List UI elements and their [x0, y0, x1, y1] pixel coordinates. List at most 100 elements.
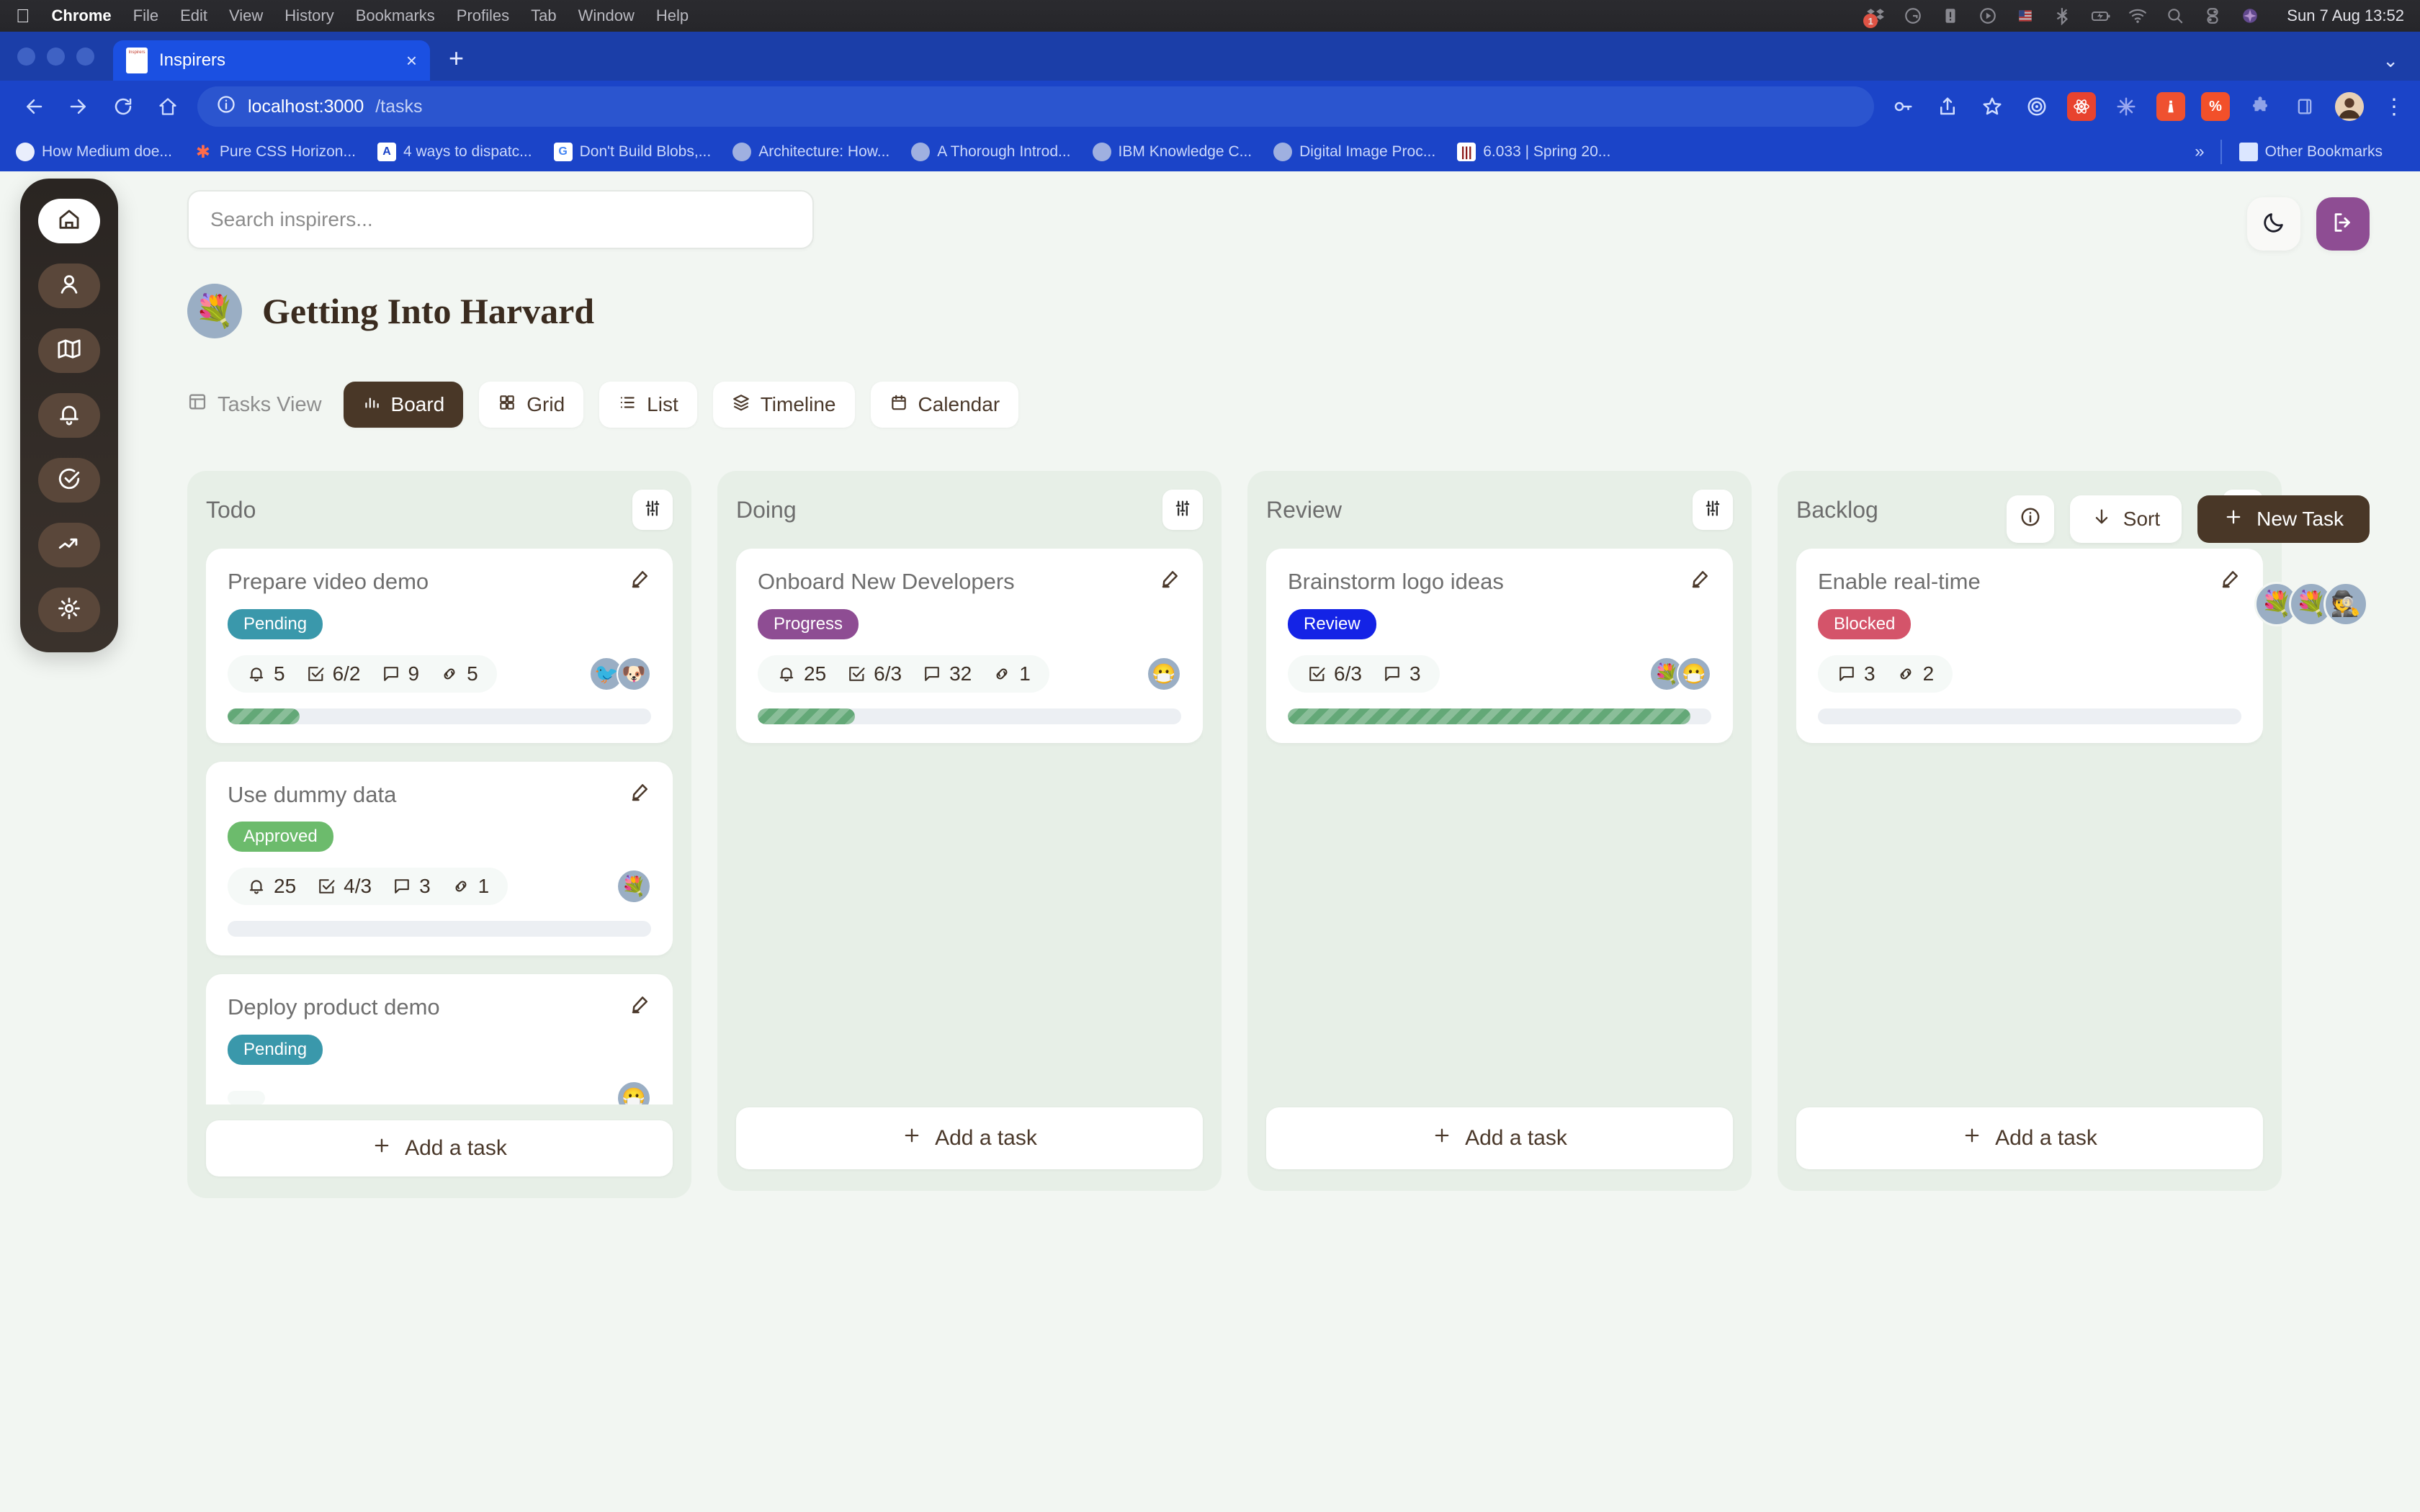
- site-info-icon[interactable]: [216, 94, 236, 120]
- percent-icon[interactable]: %: [2201, 92, 2230, 121]
- bookmark-item[interactable]: Digital Image Proc...: [1273, 143, 1435, 161]
- tab-timeline[interactable]: Timeline: [712, 382, 855, 428]
- apple-menu-icon[interactable]: : [16, 6, 30, 25]
- menu-bookmarks[interactable]: Bookmarks: [356, 6, 435, 25]
- column-filter-button[interactable]: [1693, 490, 1733, 530]
- browser-tab[interactable]: Inspirers Inspirers ×: [113, 40, 430, 81]
- other-bookmarks-button[interactable]: Other Bookmarks: [2238, 143, 2383, 161]
- sidebar-item-profile[interactable]: [38, 264, 100, 308]
- menu-file[interactable]: File: [133, 6, 158, 25]
- edit-pencil-icon[interactable]: [629, 569, 651, 594]
- edit-pencil-icon[interactable]: [629, 782, 651, 807]
- bookmark-star-icon[interactable]: [1978, 92, 2007, 121]
- avatar[interactable]: 🕵️: [2323, 582, 2368, 626]
- back-arrow-icon[interactable]: [12, 84, 56, 129]
- tab-search-chevron-down-icon[interactable]: ⌄: [2383, 50, 2420, 81]
- task-card[interactable]: Deploy product demo Pending 😷: [206, 974, 673, 1105]
- chrome-menu-icon[interactable]: ⋮: [2380, 92, 2408, 121]
- share-icon[interactable]: [1933, 92, 1962, 121]
- menu-tab[interactable]: Tab: [531, 6, 556, 25]
- maximize-window-button[interactable]: [76, 47, 94, 66]
- column-filter-button[interactable]: [632, 490, 673, 530]
- flag-icon[interactable]: [2016, 6, 2035, 25]
- sidebar-item-settings[interactable]: [38, 588, 100, 632]
- bookmarks-overflow-icon[interactable]: »: [2195, 142, 2204, 162]
- bluetooth-icon[interactable]: [2053, 6, 2072, 26]
- close-tab-icon[interactable]: ×: [406, 50, 417, 72]
- add-task-button[interactable]: Add a task: [206, 1120, 673, 1176]
- menu-profiles[interactable]: Profiles: [457, 6, 509, 25]
- menu-view[interactable]: View: [229, 6, 263, 25]
- task-card[interactable]: Enable real-time Blocked 3 2: [1796, 549, 2263, 743]
- puzzle-icon[interactable]: [2246, 92, 2275, 121]
- meta-checklist: 6/2: [305, 662, 361, 685]
- bookmark-item[interactable]: A 4 ways to dispatc...: [377, 143, 532, 161]
- bookmark-item[interactable]: How Medium doe...: [16, 143, 172, 161]
- lighthouse-icon[interactable]: [2156, 92, 2185, 121]
- task-card[interactable]: Brainstorm logo ideas Review 6/3 3 💐 😷: [1266, 549, 1733, 743]
- new-task-button[interactable]: New Task: [2197, 495, 2370, 543]
- menu-edit[interactable]: Edit: [180, 6, 207, 25]
- task-card[interactable]: Onboard New Developers Progress 25 6/3 3…: [736, 549, 1203, 743]
- sort-button[interactable]: Sort: [2069, 495, 2182, 543]
- avatar[interactable]: [2335, 92, 2364, 121]
- task-progress-fill: [758, 708, 856, 724]
- alert-icon[interactable]: [1941, 6, 1960, 25]
- sidebar-item-home[interactable]: [38, 199, 100, 243]
- theme-toggle-button[interactable]: [2247, 197, 2300, 251]
- minimize-window-button[interactable]: [47, 47, 65, 66]
- info-button[interactable]: [2006, 495, 2054, 543]
- siri-icon[interactable]: [2241, 6, 2259, 25]
- menu-history[interactable]: History: [284, 6, 333, 25]
- menu-chrome[interactable]: Chrome: [52, 6, 112, 25]
- tab-board[interactable]: Board: [343, 382, 464, 428]
- bookmark-item[interactable]: ||| 6.033 | Spring 20...: [1457, 143, 1610, 161]
- grammarly-icon[interactable]: [1904, 6, 1922, 25]
- home-icon[interactable]: [145, 84, 190, 129]
- bookmark-item[interactable]: Architecture: How...: [732, 143, 889, 161]
- add-task-button[interactable]: Add a task: [736, 1107, 1203, 1169]
- react-devtools-icon[interactable]: [2067, 92, 2096, 121]
- menu-window[interactable]: Window: [578, 6, 635, 25]
- sidebar-item-notifications[interactable]: [38, 393, 100, 438]
- logout-button[interactable]: [2316, 197, 2370, 251]
- new-tab-button[interactable]: +: [430, 43, 483, 81]
- dropbox-icon[interactable]: 1: [1863, 6, 1885, 28]
- battery-charging-icon[interactable]: [2091, 6, 2110, 25]
- wifi-icon[interactable]: [2128, 6, 2147, 25]
- sidebar-item-analytics[interactable]: [38, 523, 100, 567]
- forward-arrow-icon[interactable]: [56, 84, 101, 129]
- reload-icon[interactable]: [101, 84, 145, 129]
- sidebar-item-tasks[interactable]: [38, 458, 100, 503]
- tab-calendar[interactable]: Calendar: [870, 382, 1019, 428]
- tab-grid[interactable]: Grid: [479, 382, 584, 428]
- kanban-column-backlog: Backlog Enable real-time Blocked 3 2 Add…: [1778, 471, 2282, 1191]
- address-bar[interactable]: localhost:3000/tasks: [197, 86, 1874, 127]
- side-panel-icon[interactable]: [2290, 92, 2319, 121]
- edit-pencil-icon[interactable]: [1690, 569, 1711, 594]
- add-task-button[interactable]: Add a task: [1266, 1107, 1733, 1169]
- bookmark-item[interactable]: ✱ Pure CSS Horizon...: [194, 143, 356, 162]
- control-center-icon[interactable]: [2203, 6, 2222, 25]
- bookmark-item[interactable]: IBM Knowledge C...: [1092, 143, 1252, 161]
- menu-help[interactable]: Help: [656, 6, 689, 25]
- bookmark-item[interactable]: A Thorough Introd...: [911, 143, 1071, 161]
- play-circle-icon[interactable]: [1978, 6, 1997, 25]
- bookmark-item[interactable]: G Don't Build Blobs,...: [553, 143, 711, 161]
- password-key-icon[interactable]: [1888, 92, 1917, 121]
- add-task-button[interactable]: Add a task: [1796, 1107, 2263, 1169]
- sidebar-item-map[interactable]: [38, 328, 100, 373]
- tab-list[interactable]: List: [599, 382, 697, 428]
- asterisk-icon[interactable]: [2112, 92, 2141, 121]
- target-icon[interactable]: [2022, 92, 2051, 121]
- task-card[interactable]: Prepare video demo Pending 5 6/2 9 5 🐦 🐶: [206, 549, 673, 743]
- edit-pencil-icon[interactable]: [629, 994, 651, 1020]
- edit-pencil-icon[interactable]: [2220, 569, 2241, 594]
- column-filter-button[interactable]: [1162, 490, 1203, 530]
- task-card[interactable]: Use dummy data Approved 25 4/3 3 1 💐: [206, 761, 673, 956]
- omnibox-actions: % ⋮: [1881, 92, 2408, 121]
- edit-pencil-icon[interactable]: [1160, 569, 1181, 594]
- search-input[interactable]: Search inspirers...: [187, 190, 814, 249]
- close-window-button[interactable]: [17, 47, 35, 66]
- search-icon[interactable]: [2166, 6, 2184, 25]
